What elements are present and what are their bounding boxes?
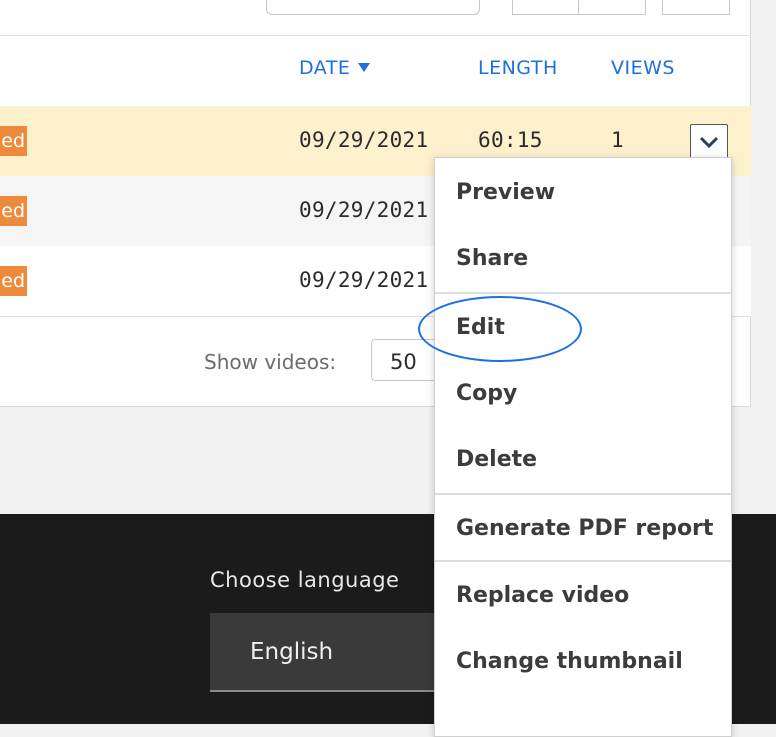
show-videos-label: Show videos:	[204, 350, 337, 374]
caret-down-icon	[358, 63, 370, 72]
show-videos-select[interactable]: 50	[371, 339, 441, 381]
view-toggle-button[interactable]	[512, 0, 580, 15]
status-badge: ed	[0, 196, 27, 226]
chevron-down-icon	[699, 136, 719, 149]
menu-item-change-thumbnail[interactable]: Change thumbnail	[435, 629, 731, 695]
menu-divider	[435, 560, 731, 562]
language-value: English	[250, 639, 334, 665]
menu-item-replace-video[interactable]: Replace video	[435, 563, 731, 629]
date-cell: 09/29/2021	[299, 268, 429, 292]
menu-item-share[interactable]: Share	[435, 226, 731, 292]
menu-divider	[435, 493, 731, 495]
views-cell: 1	[611, 128, 624, 152]
menu-item-edit[interactable]: Edit	[435, 295, 731, 361]
length-cell: 60:15	[478, 128, 543, 152]
status-badge: ed	[0, 126, 27, 156]
menu-item-copy[interactable]: Copy	[435, 361, 731, 427]
date-cell: 09/29/2021	[299, 198, 429, 222]
search-input[interactable]	[266, 0, 480, 15]
toolbar-button[interactable]	[662, 0, 730, 15]
column-header-date[interactable]: DATE	[299, 57, 350, 79]
date-cell: 09/29/2021	[299, 128, 429, 152]
menu-item-preview[interactable]: Preview	[435, 160, 731, 226]
header-divider	[0, 35, 751, 36]
menu-divider	[435, 292, 731, 294]
view-toggle-button[interactable]	[578, 0, 646, 15]
column-header-views[interactable]: VIEWS	[611, 57, 675, 79]
language-label: Choose language	[210, 568, 400, 592]
menu-item-delete[interactable]: Delete	[435, 427, 731, 493]
column-header-length[interactable]: LENGTH	[478, 57, 558, 79]
row-menu-button[interactable]	[690, 124, 728, 160]
show-videos-value: 50	[390, 350, 417, 374]
menu-item-generate-pdf[interactable]: Generate PDF report	[435, 496, 731, 562]
row-actions-menu: Preview Share Edit Copy Delete Generate …	[434, 157, 732, 737]
status-badge: ed	[0, 266, 27, 296]
